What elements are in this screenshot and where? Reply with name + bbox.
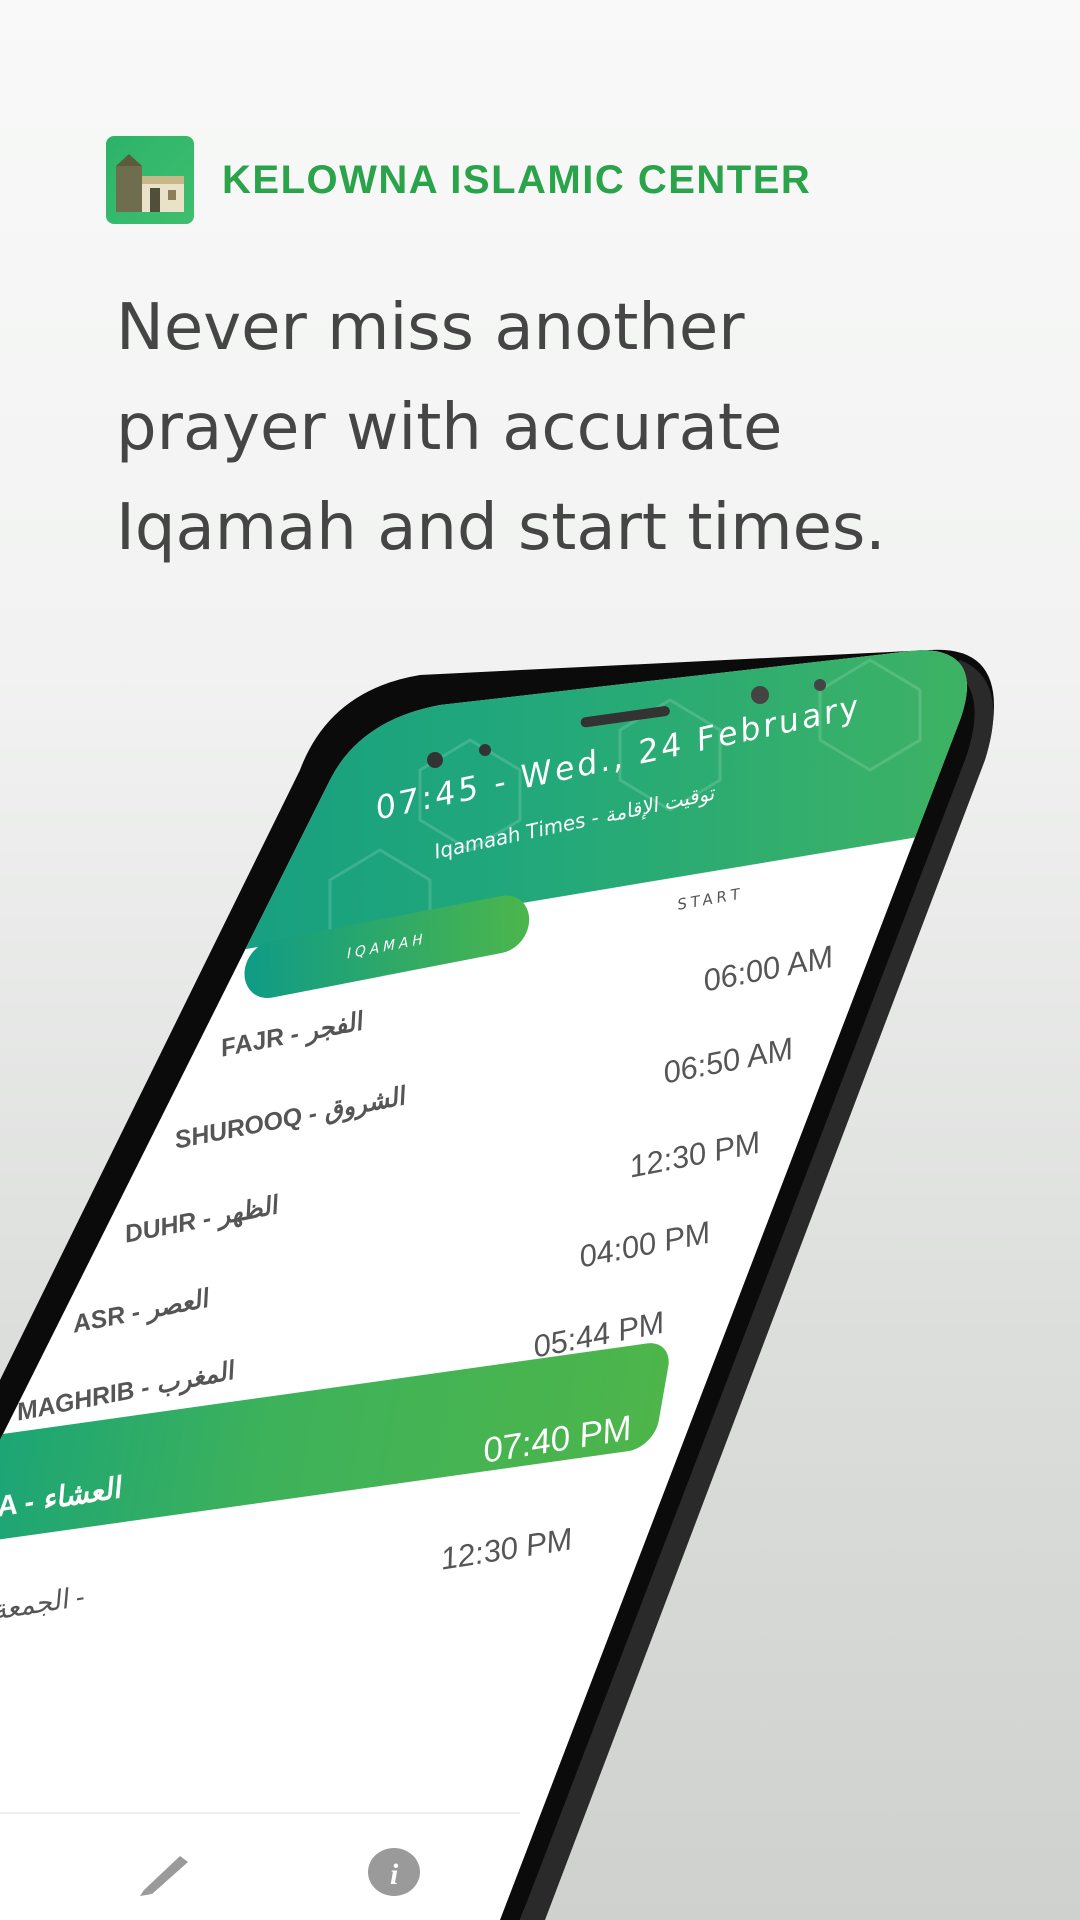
list-item[interactable]: ASR - العصر	[70, 1284, 210, 1340]
bottom-nav-divider	[0, 1812, 520, 1814]
col-start: START	[676, 884, 746, 914]
header-sub: Iqamaah Times -	[432, 805, 601, 864]
prayer-time: 06:50 AM	[660, 1030, 796, 1091]
prayer-time: 06:00 AM	[700, 938, 836, 999]
pencil-icon[interactable]	[138, 1852, 194, 1900]
tab-iqamah-label: IQAMAH	[346, 930, 427, 963]
phone-mockup: 07:45 - Wed., 24 February Iqamaah Times …	[0, 0, 1080, 1920]
header-ar: توقيت الإقامة	[601, 780, 717, 828]
list-item[interactable]: DUHR - الظهر	[122, 1190, 280, 1249]
prayer-name: DUHR - الظهر	[122, 1191, 280, 1249]
prayer-name: الجمعة -	[0, 1581, 87, 1626]
list-item[interactable]: SHUROOQ - الشروق	[172, 1081, 407, 1155]
info-icon[interactable]: i	[366, 1846, 422, 1902]
tab-iqamah[interactable]: IQAMAH	[244, 890, 530, 1003]
list-item[interactable]: FAJR - الفجر	[218, 1007, 364, 1064]
svg-text:i: i	[390, 1858, 399, 1891]
prayer-time: 04:00 PM	[576, 1214, 713, 1275]
prayer-time: 12:30 PM	[626, 1124, 763, 1185]
list-item[interactable]: الجمعة -	[0, 1581, 86, 1626]
prayer-time: 12:30 PM	[438, 1521, 575, 1577]
prayer-name: SHUROOQ - الشروق	[172, 1082, 407, 1155]
prayer-name: FAJR - الفجر	[218, 1007, 365, 1063]
prayer-name: ASR - العصر	[70, 1284, 211, 1339]
